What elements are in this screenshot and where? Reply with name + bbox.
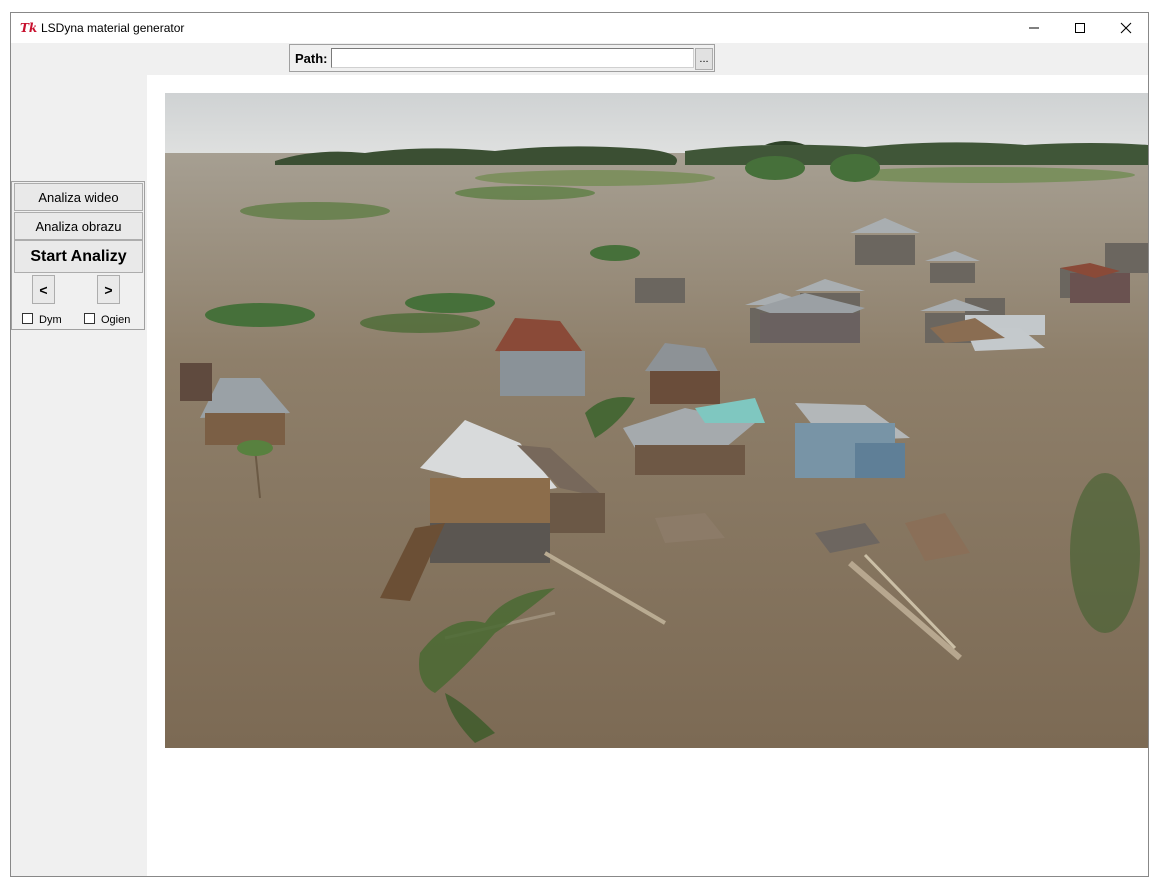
fire-checkbox-row[interactable]: Ogien bbox=[84, 313, 130, 327]
browse-button[interactable]: ... bbox=[695, 48, 713, 70]
window-title: LSDyna material generator bbox=[41, 21, 185, 35]
title-bar[interactable]: Tk LSDyna material generator bbox=[11, 13, 1148, 43]
analyze-video-button[interactable]: Analiza wideo bbox=[14, 183, 143, 211]
side-panel: Analiza wideo Analiza obrazu Start Anali… bbox=[11, 181, 145, 330]
minimize-button[interactable] bbox=[1011, 13, 1057, 43]
smoke-label: Dym bbox=[39, 314, 62, 326]
analyze-image-button[interactable]: Analiza obrazu bbox=[14, 212, 143, 240]
flooded-village-photo bbox=[165, 93, 1148, 748]
fire-label: Ogien bbox=[101, 314, 131, 326]
previous-button[interactable]: < bbox=[32, 275, 55, 304]
photo-drawing bbox=[165, 93, 1148, 748]
next-button[interactable]: > bbox=[97, 275, 120, 304]
close-button[interactable] bbox=[1103, 13, 1148, 43]
path-label: Path: bbox=[295, 51, 328, 66]
maximize-icon bbox=[1075, 23, 1085, 33]
close-icon bbox=[1120, 22, 1132, 34]
path-bar: Path: ... bbox=[289, 44, 715, 72]
start-analysis-button[interactable]: Start Analizy bbox=[14, 240, 143, 273]
tk-feather-icon: Tk bbox=[20, 21, 38, 35]
smoke-checkbox[interactable] bbox=[22, 313, 33, 324]
app-window: Tk LSDyna material generator Path: ... A… bbox=[10, 12, 1149, 877]
path-input[interactable] bbox=[331, 48, 694, 68]
image-canvas[interactable] bbox=[147, 75, 1148, 876]
minimize-icon bbox=[1029, 27, 1039, 29]
fire-checkbox[interactable] bbox=[84, 313, 95, 324]
smoke-checkbox-row[interactable]: Dym bbox=[22, 313, 62, 327]
maximize-button[interactable] bbox=[1057, 13, 1103, 43]
